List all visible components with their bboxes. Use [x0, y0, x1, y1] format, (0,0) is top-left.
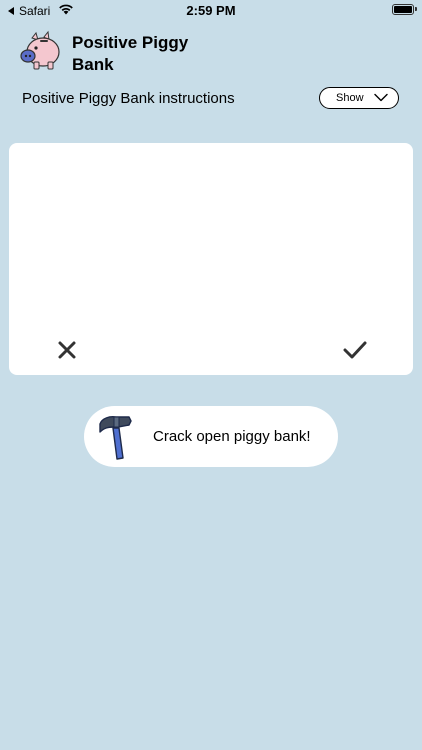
piggy-bank-icon	[20, 30, 60, 70]
crack-open-label: Crack open piggy bank!	[153, 428, 311, 445]
clock: 2:59 PM	[186, 3, 236, 18]
app-header: Positive Piggy Bank	[18, 30, 202, 76]
checkmark-icon[interactable]	[343, 340, 367, 360]
hammer-icon	[99, 415, 132, 460]
close-icon[interactable]	[57, 340, 77, 360]
crack-open-button[interactable]: Crack open piggy bank!	[84, 406, 338, 467]
entry-card[interactable]	[9, 143, 413, 375]
instructions-label: Positive Piggy Bank instructions	[22, 90, 235, 107]
status-bar: Safari 2:59 PM	[0, 0, 422, 22]
instructions-row: Positive Piggy Bank instructions Show	[22, 86, 402, 112]
battery-icon	[392, 4, 414, 15]
app-title: Positive Piggy Bank	[72, 33, 189, 74]
chevron-down-icon	[374, 93, 388, 102]
show-button-label: Show	[336, 92, 364, 104]
battery-tip	[415, 7, 417, 11]
show-instructions-button[interactable]: Show	[319, 87, 399, 109]
